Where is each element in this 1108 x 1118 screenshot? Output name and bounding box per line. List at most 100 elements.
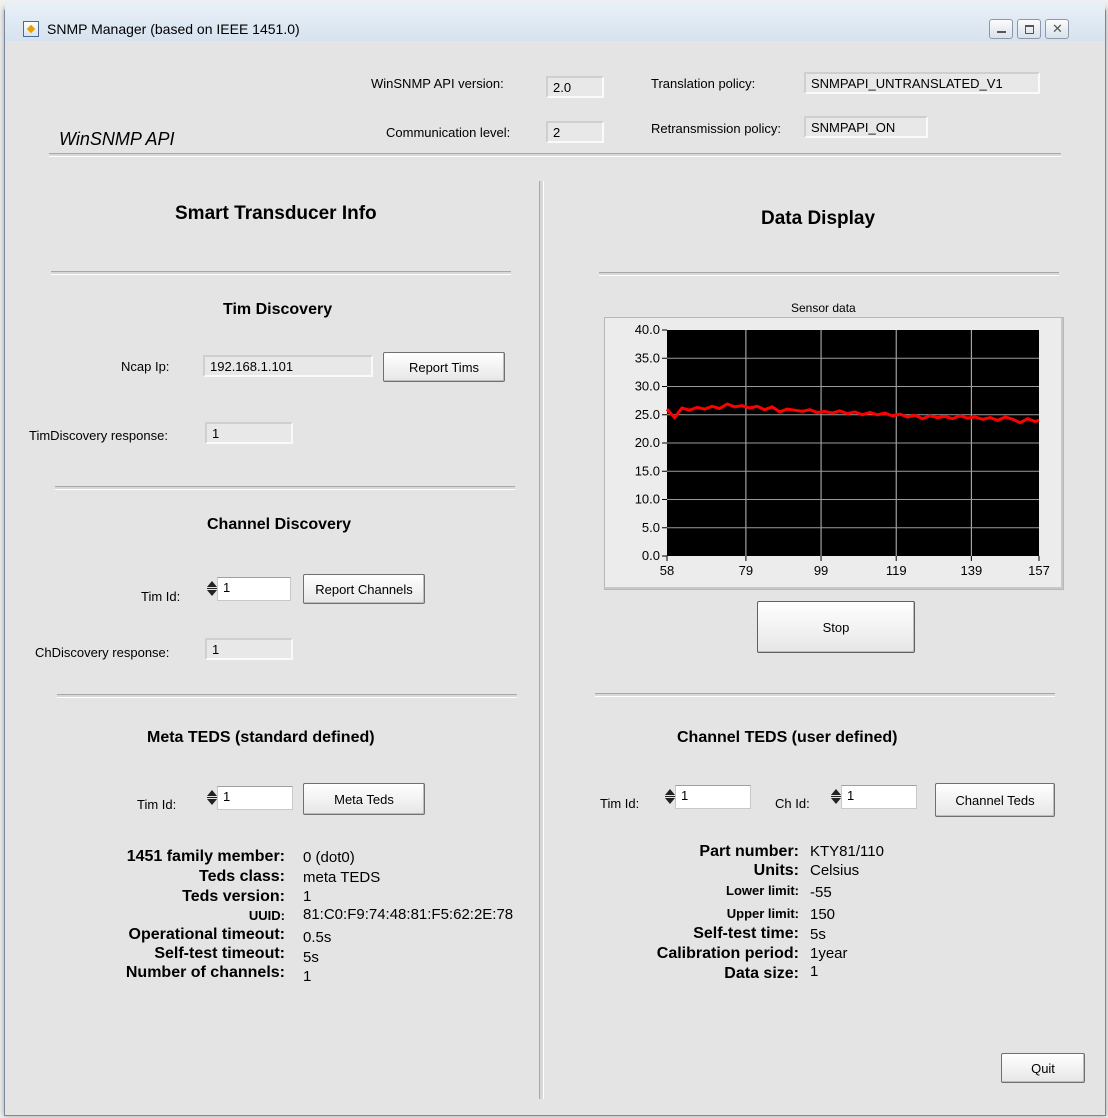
ncap-ip-label: Ncap Ip: [121,359,170,374]
translation-policy-field: SNMPAPI_UNTRANSLATED_V1 [804,72,1040,94]
x-tick-label: 79 [739,563,753,578]
ch-discovery-response-field: 1 [205,638,293,660]
right-separator-2 [595,693,1055,697]
channel-tim-id-label: Tim Id: [141,589,181,604]
api-version-label: WinSNMP API version: [371,76,504,91]
channel-tim-id-spinner[interactable] [207,580,217,598]
y-tick-label: 40.0 [635,322,660,337]
window-title: SNMP Manager (based on IEEE 1451.0) [47,21,300,37]
ch-value-self-test-time: 5s [810,926,826,943]
y-tick-label: 0.0 [642,548,660,563]
ch-discovery-response-label: ChDiscovery response: [35,645,170,660]
meta-tim-id-spinner[interactable] [207,789,217,807]
channel-teds-tim-id-input[interactable]: 1 [675,785,751,809]
app-icon [23,21,39,37]
sensor-data-chart: 58 79 99 119 139 157 40.0 35.0 30.0 25.0 20.0 15.0 1… [604,317,1064,590]
title-bar[interactable]: SNMP Manager (based on IEEE 1451.0) ✕ [5,1,1105,41]
right-separator-1 [599,272,1059,276]
api-version-field: 2.0 [546,76,604,98]
channel-teds-button[interactable]: Channel Teds [935,783,1055,817]
quit-button[interactable]: Quit [1001,1053,1085,1083]
ch-value-upper-limit: 150 [810,906,836,923]
ch-value-data-size: 1 [810,963,819,980]
meta-key-teds-version: Teds version: [182,888,285,905]
meta-value-number-of-channels: 1 [303,968,312,985]
meta-value-family: 0 (dot0) [303,849,355,866]
meta-value-teds-class: meta TEDS [303,869,381,886]
meta-key-operational-timeout: Operational timeout: [128,926,285,943]
meta-teds-title: Meta TEDS (standard defined) [147,729,375,746]
y-tick-label: 15.0 [635,463,660,478]
meta-value-uuid: 81:C0:F9:74:48:81:F5:62:2E:78 [303,906,514,923]
ch-key-lower-limit: Lower limit: [726,883,799,898]
sensor-data-chart-svg: 58 79 99 119 139 157 40.0 35.0 30.0 25.0 20.0 15.0 1… [635,322,1050,578]
ch-value-lower-limit: -55 [810,884,832,901]
maximize-icon [1025,25,1034,34]
channel-teds-ch-id-label: Ch Id: [775,796,810,811]
maximize-button[interactable] [1017,19,1041,39]
winsnmp-brand-label: WinSNMP API [59,129,175,149]
ch-key-upper-limit: Upper limit: [726,906,799,921]
translation-policy-label: Translation policy: [651,76,756,91]
app-window: SNMP Manager (based on IEEE 1451.0) ✕ Wi… [4,1,1106,1116]
left-separator-1 [51,271,511,275]
ncap-ip-input[interactable]: 192.168.1.101 [203,355,373,377]
report-channels-button[interactable]: Report Channels [303,574,425,604]
channel-discovery-title: Channel Discovery [207,516,352,533]
minimize-button[interactable] [989,19,1013,39]
tim-discovery-response-field: 1 [205,422,293,444]
ch-value-units: Celsius [810,862,860,879]
meta-value-operational-timeout: 0.5s [303,929,332,946]
ch-key-part-number: Part number: [699,843,799,860]
channel-tim-id-input[interactable]: 1 [217,577,291,601]
data-display-title: Data Display [761,208,876,229]
meta-key-teds-class: Teds class: [199,868,285,885]
x-tick-label: 99 [814,563,828,578]
ch-key-units: Units: [753,862,799,879]
y-tick-label: 5.0 [642,520,660,535]
x-tick-label: 157 [1028,563,1050,578]
report-tims-button[interactable]: Report Tims [383,352,505,382]
communication-level-field: 2 [546,121,604,143]
center-divider [539,181,544,1099]
ch-key-calibration-period: Calibration period: [656,945,799,962]
retransmission-policy-label: Retransmission policy: [651,121,782,136]
meta-value-self-test-timeout: 5s [303,949,319,966]
chart-title: Sensor data [791,301,856,315]
y-tick-label: 20.0 [635,435,660,450]
left-separator-2 [55,486,515,490]
meta-tim-id-input[interactable]: 1 [217,786,293,810]
ch-value-calibration-period: 1year [810,945,848,962]
meta-key-uuid: UUID: [248,908,285,923]
ch-value-part-number: KTY81/110 [810,843,884,860]
retransmission-policy-field: SNMPAPI_ON [804,116,928,138]
meta-tim-id-label: Tim Id: [137,797,177,812]
channel-teds-title: Channel TEDS (user defined) [677,729,898,746]
close-button[interactable]: ✕ [1045,19,1069,39]
smart-transducer-title: Smart Transducer Info [175,203,377,224]
y-tick-label: 35.0 [635,350,660,365]
channel-teds-tim-id-spinner[interactable] [665,788,675,806]
meta-value-teds-version: 1 [303,888,312,905]
left-separator-3 [57,694,517,698]
stop-button[interactable]: Stop [757,601,915,653]
y-tick-label: 30.0 [635,379,660,394]
tim-discovery-title: Tim Discovery [223,301,333,318]
meta-key-self-test-timeout: Self-test timeout: [154,945,285,962]
ch-key-data-size: Data size: [724,965,799,982]
tim-discovery-response-label: TimDiscovery response: [29,428,168,443]
channel-teds-ch-id-spinner[interactable] [831,788,841,806]
header-separator [49,153,1061,157]
meta-teds-button[interactable]: Meta Teds [303,783,425,815]
ch-key-self-test-time: Self-test time: [693,925,799,942]
y-tick-label: 25.0 [635,407,660,422]
close-icon: ✕ [1052,21,1063,36]
channel-teds-ch-id-input[interactable]: 1 [841,785,917,809]
meta-key-family: 1451 family member: [126,848,285,865]
channel-teds-tim-id-label: Tim Id: [600,796,640,811]
x-tick-label: 119 [886,563,907,578]
y-tick-label: 10.0 [635,492,660,507]
minimize-icon [997,31,1006,33]
x-tick-label: 58 [660,563,674,578]
x-tick-label: 139 [961,563,983,578]
